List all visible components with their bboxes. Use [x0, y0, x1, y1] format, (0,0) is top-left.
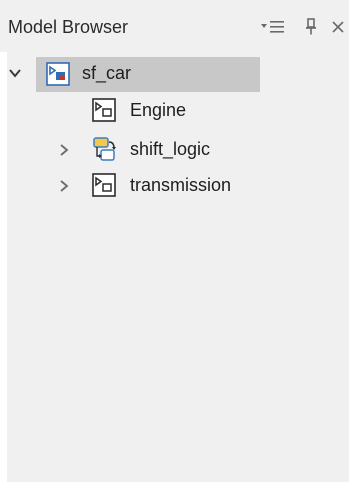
subsystem-icon — [92, 173, 116, 197]
close-button[interactable] — [327, 14, 349, 40]
tree-item-sf-car[interactable]: sf_car — [82, 63, 131, 84]
chevron-right-icon[interactable] — [56, 178, 72, 194]
chevron-down-icon[interactable] — [7, 65, 23, 81]
panel-title: Model Browser — [8, 17, 129, 37]
subsystem-icon — [92, 98, 116, 122]
panel-titlebar: Model Browser — [0, 0, 349, 52]
panel-menu-button[interactable] — [258, 14, 288, 40]
tree-item-engine[interactable]: Engine — [130, 100, 186, 121]
tree-item-transmission[interactable]: transmission — [130, 175, 231, 196]
model-icon — [46, 62, 70, 86]
pin-button[interactable] — [300, 14, 322, 40]
tree-item-shift-logic[interactable]: shift_logic — [130, 139, 210, 160]
model-browser-panel: Model Browser sf_car Engine shift_logic … — [0, 0, 349, 482]
panel-menu-icon — [261, 21, 284, 33]
close-icon — [332, 21, 344, 33]
pin-icon — [306, 18, 316, 35]
stateflow-chart-icon — [93, 137, 116, 161]
chevron-right-icon[interactable] — [56, 142, 72, 158]
